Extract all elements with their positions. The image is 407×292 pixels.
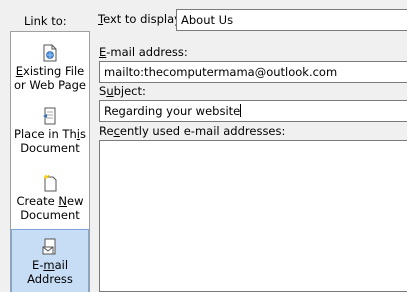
text-caret bbox=[240, 104, 242, 117]
nav-existing-line2: or Web Page bbox=[14, 78, 86, 92]
subject-input[interactable]: Regarding your website bbox=[99, 100, 407, 122]
nav-existing-file-or-web-page[interactable]: Existing File or Web Page bbox=[11, 44, 89, 92]
create-new-document-icon bbox=[44, 174, 57, 192]
nav-create-new-document[interactable]: Create New Document bbox=[11, 174, 89, 222]
subject-label: Subject: bbox=[99, 84, 146, 98]
nav-create-line1: Create New bbox=[16, 194, 84, 208]
nav-email-address[interactable]: E-mail Address bbox=[11, 229, 89, 292]
email-address-label: E-mail address: bbox=[99, 45, 188, 59]
nav-existing-line1: Existing File bbox=[15, 64, 85, 78]
link-to-label: Link to: bbox=[24, 14, 67, 28]
nav-email-line1: E-mail bbox=[31, 258, 69, 272]
place-in-document-icon bbox=[43, 107, 56, 125]
existing-file-icon bbox=[43, 44, 57, 62]
email-address-input[interactable]: mailto:thecomputermama@outlook.com bbox=[99, 61, 407, 83]
nav-create-line2: Document bbox=[20, 208, 80, 222]
recent-addresses-list[interactable] bbox=[99, 140, 407, 292]
nav-email-line2: Address bbox=[27, 272, 73, 286]
recent-addresses-label: Recently used e-mail addresses: bbox=[99, 124, 286, 138]
nav-place-in-this-document[interactable]: Place in This Document bbox=[11, 107, 89, 155]
link-to-bar: Existing File or Web Page Place in This … bbox=[10, 31, 90, 292]
text-to-display-label: Text to display: bbox=[98, 12, 184, 26]
email-address-icon bbox=[42, 238, 56, 255]
nav-place-line2: Document bbox=[20, 141, 80, 155]
text-to-display-input[interactable]: About Us bbox=[176, 9, 407, 31]
nav-place-line1: Place in This bbox=[14, 127, 86, 141]
